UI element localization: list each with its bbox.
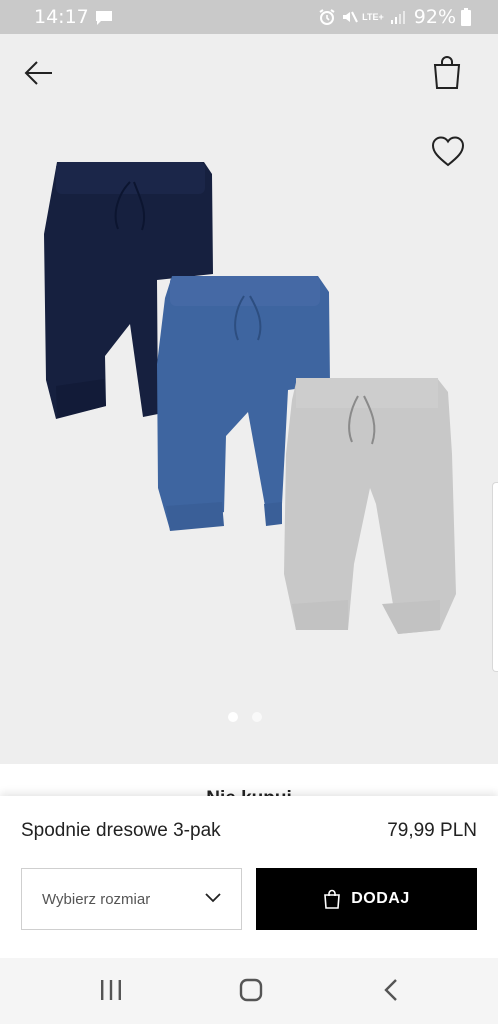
status-time: 14:17	[34, 6, 89, 28]
status-bar: 14:17 LTE+ 92%	[0, 0, 498, 34]
add-to-bag-button[interactable]: DODAJ	[256, 868, 477, 930]
product-image	[44, 162, 456, 634]
grey-pants	[284, 378, 456, 634]
heart-icon[interactable]	[430, 134, 466, 168]
signal-icon	[390, 11, 405, 24]
system-nav-bar	[0, 958, 498, 1024]
shopping-bag-icon	[324, 889, 341, 909]
pagination-dot[interactable]	[252, 712, 262, 722]
network-type-label: LTE+	[362, 11, 384, 22]
scroll-indicator[interactable]	[492, 482, 498, 672]
back-arrow-icon[interactable]	[22, 56, 56, 90]
size-select-label: Wybierz rozmiar	[42, 891, 151, 908]
alarm-icon	[319, 9, 335, 25]
size-select[interactable]: Wybierz rozmiar	[21, 868, 242, 930]
status-icons: LTE+ 92%	[318, 5, 472, 29]
product-name: Spodnie dresowe 3-pak	[21, 820, 221, 841]
shopping-bag-icon[interactable]	[430, 54, 464, 90]
purchase-panel: Spodnie dresowe 3-pak 79,99 PLN Wybierz …	[0, 796, 498, 958]
chevron-down-icon	[205, 893, 221, 903]
add-to-bag-label: DODAJ	[351, 890, 410, 907]
product-image-gallery[interactable]	[0, 34, 498, 764]
recent-apps-icon[interactable]	[98, 978, 124, 1002]
battery-icon	[461, 8, 471, 26]
product-price: 79,99 PLN	[387, 820, 477, 841]
back-icon[interactable]	[382, 978, 400, 1002]
mute-icon	[343, 11, 359, 23]
message-notification-icon	[96, 11, 112, 25]
home-icon[interactable]	[239, 978, 263, 1002]
pagination-dot-active[interactable]	[228, 712, 238, 722]
image-pagination	[228, 712, 262, 722]
battery-percent: 92%	[413, 6, 456, 28]
